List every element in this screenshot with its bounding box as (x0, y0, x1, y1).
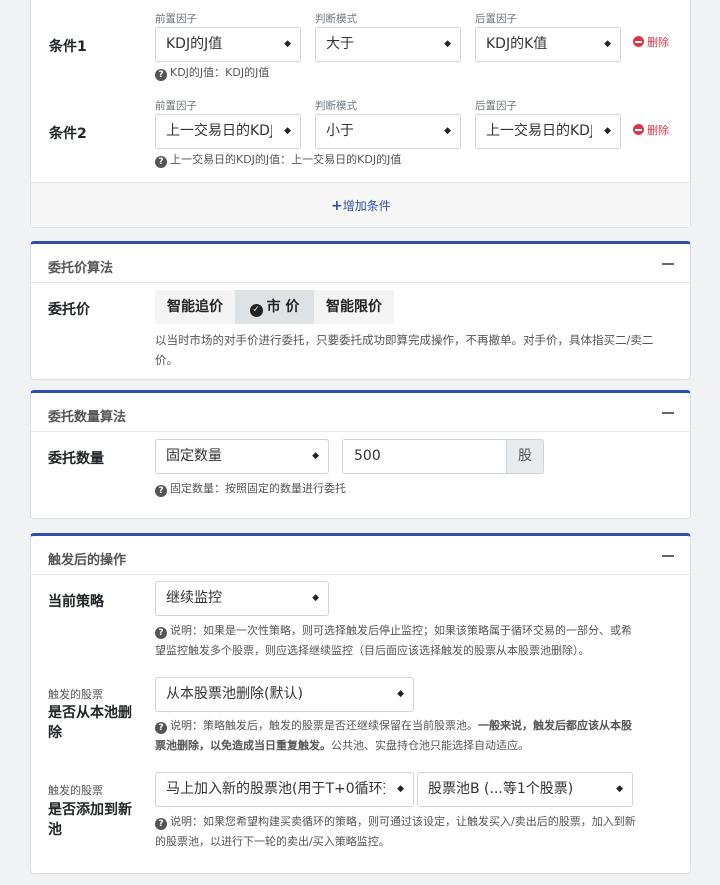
price-option-market[interactable]: ✓ 市 价 (235, 290, 314, 324)
question-circle-icon: ? (155, 722, 167, 734)
condition-2-pre-select[interactable]: 上一交易日的KDJ ◆ (155, 114, 301, 149)
condition-1-help: ? KDJ的J值：KDJ的J值 (155, 63, 269, 83)
card-divider (31, 282, 690, 283)
condition-2-label: 条件2 (49, 126, 87, 142)
condition-2-help: ? 上一交易日的KDJ的J值：上一交易日的KDJ的J值 (155, 150, 401, 170)
condition-1-pre-select[interactable]: KDJ的J值 ◆ (155, 27, 301, 62)
remove-label: 是否从本池删 除 (48, 705, 132, 741)
pre-factor-label: 前置因子 (155, 100, 197, 112)
price-label: 委托价 (48, 302, 90, 318)
question-circle-icon: ? (155, 485, 167, 497)
conditions-footer: +增加条件 (31, 182, 690, 227)
question-circle-icon: ? (155, 69, 167, 81)
mode-label: 判断模式 (315, 100, 357, 112)
updown-arrow-icon: ◆ (604, 39, 611, 49)
qty-algo-title: 委托数量算法 (48, 410, 127, 425)
qty-value-input[interactable]: 500 (342, 439, 507, 474)
question-circle-icon: ? (155, 156, 167, 168)
minus-circle-icon (633, 124, 644, 135)
plus-icon: + (331, 198, 343, 214)
minus-circle-icon (633, 36, 644, 47)
add-small-label: 触发的股票 (48, 784, 103, 797)
price-algo-title: 委托价算法 (48, 261, 114, 276)
qty-algo-card: 委托数量算法 委托数量 固定数量 ◆ 500 股 ? 固定数量：按照固定的数量进行委… (30, 390, 691, 519)
updown-arrow-icon: ◆ (604, 126, 611, 136)
strategy-help: ? 说明：如果是一次性策略，则可选择触发后停止监控；如果该策略属于循环交易的一部分… (155, 624, 632, 657)
condition-1-delete-button[interactable]: 删除 (633, 34, 669, 50)
card-divider (31, 574, 690, 575)
question-circle-icon: ? (155, 818, 167, 830)
minus-icon[interactable] (662, 412, 674, 414)
remove-small-label: 触发的股票 (48, 688, 103, 701)
conditions-card: 前置因子 判断模式 后置因子 条件1 KDJ的J值 ◆ 大于 ◆ KDJ的K值 ◆ 删… (30, 0, 691, 228)
condition-2-post-select[interactable]: 上一交易日的KDJ ◆ (475, 114, 621, 149)
after-trigger-title: 触发后的操作 (48, 553, 127, 568)
updown-arrow-icon: ◆ (616, 784, 623, 794)
condition-2-delete-button[interactable]: 删除 (633, 122, 669, 138)
check-circle-icon: ✓ (249, 304, 263, 317)
qty-label: 委托数量 (48, 451, 104, 467)
condition-1-post-select[interactable]: KDJ的K值 ◆ (475, 27, 621, 62)
updown-arrow-icon: ◆ (444, 126, 451, 136)
price-option-smart-chase[interactable]: 智能追价 (155, 290, 235, 324)
updown-arrow-icon: ◆ (312, 593, 319, 603)
remove-select[interactable]: 从本股票池删除(默认) ◆ (155, 677, 414, 712)
condition-2-mode-select[interactable]: 小于 ◆ (315, 114, 461, 149)
card-divider (31, 431, 690, 432)
condition-1-label: 条件1 (49, 39, 87, 55)
after-trigger-card: 触发后的操作 当前策略 继续监控 ◆ ? 说明：如果是一次性策略，则可选择触发后停止… (30, 533, 691, 874)
qty-mode-select[interactable]: 固定数量 ◆ (155, 439, 329, 474)
price-option-smart-limit[interactable]: 智能限价 (314, 290, 394, 324)
qty-unit-addon: 股 (507, 439, 544, 474)
minus-icon[interactable] (662, 555, 674, 557)
add-label: 是否添加到新 池 (48, 802, 132, 838)
add-help: ? 说明：如果您希望构建买卖循环的策略，则可通过该设定，让触发买入/卖出后的股票，… (155, 815, 636, 848)
strategy-select[interactable]: 继续监控 ◆ (155, 581, 329, 616)
add-pool-select[interactable]: 马上加入新的股票池(用于T+0循环交 ◆ (155, 772, 414, 807)
minus-icon[interactable] (662, 263, 674, 265)
strategy-label: 当前策略 (48, 594, 104, 610)
price-algo-card: 委托价算法 委托价 智能追价 ✓ 市 价 智能限价 以当时市场的对手价进行委托，只… (30, 241, 691, 380)
add-condition-button[interactable]: +增加条件 (331, 197, 391, 214)
remove-help: ? 说明：策略触发后，触发的股票是否还继续保留在当前股票池。一般来说，触发后都应该… (155, 719, 632, 752)
post-factor-label: 后置因子 (475, 100, 517, 112)
condition-1-mode-select[interactable]: 大于 ◆ (315, 27, 461, 62)
price-desc: 以当时市场的对手价进行委托，只要委托成功即算完成操作，不再撤单。对手价，具体指买… (155, 333, 654, 367)
updown-arrow-icon: ◆ (284, 126, 291, 136)
updown-arrow-icon: ◆ (444, 39, 451, 49)
updown-arrow-icon: ◆ (312, 451, 319, 461)
question-circle-icon: ? (155, 627, 167, 639)
mode-label: 判断模式 (315, 13, 357, 25)
updown-arrow-icon: ◆ (284, 39, 291, 49)
pre-factor-label: 前置因子 (155, 13, 197, 25)
updown-arrow-icon: ◆ (397, 784, 404, 794)
updown-arrow-icon: ◆ (397, 689, 404, 699)
post-factor-label: 后置因子 (475, 13, 517, 25)
target-pool-select[interactable]: 股票池B (...等1个股票) ◆ (417, 772, 633, 807)
qty-help: ? 固定数量：按照固定的数量进行委托 (155, 479, 346, 499)
